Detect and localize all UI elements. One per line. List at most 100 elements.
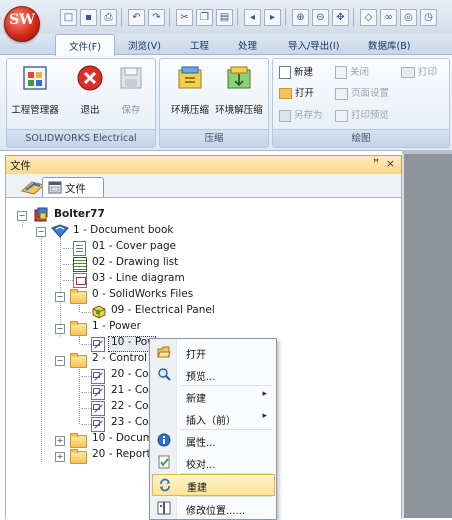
archive-compress-icon — [178, 66, 202, 89]
menu-item-label: 预览... — [186, 372, 216, 383]
page-setup-icon — [335, 87, 348, 100]
paste-icon[interactable]: ▤ — [216, 9, 233, 26]
new-file-icon — [279, 66, 291, 79]
menu-item-label: 新建 — [186, 394, 206, 405]
pan-icon[interactable]: ✥ — [332, 9, 349, 26]
tree-item-control-23[interactable]: 23 - Cor — [111, 416, 153, 432]
tree-line — [79, 303, 80, 312]
env-decompress-button[interactable]: 环境解压缩 — [212, 60, 266, 122]
arrow-right-icon[interactable]: ▸ — [264, 9, 281, 26]
cut-icon[interactable]: ✂ — [176, 9, 193, 26]
tree-item-control-20[interactable]: 20 - Cor — [111, 368, 153, 384]
info-icon — [157, 433, 171, 447]
context-menu: 打开 预览... 新建 ▸ 插入（前） ▸ 属性... 校对... 重建 修改位… — [149, 338, 277, 520]
tree-line — [81, 376, 91, 377]
schematic-icon — [91, 369, 105, 384]
app-logo-button[interactable]: SW — [4, 6, 40, 42]
folder-icon — [70, 353, 87, 368]
close-drawing-label: 关闭 — [350, 67, 370, 78]
tab-import-export[interactable]: 导入/导出(I) — [288, 38, 339, 52]
save-label: 保存 — [121, 105, 141, 116]
tab-file[interactable]: 文件(F) — [55, 34, 115, 56]
line-diagram-icon — [73, 273, 87, 288]
copy-icon[interactable]: ❐ — [196, 9, 213, 26]
menu-item-insert-before[interactable]: 插入（前） ▸ — [151, 407, 275, 429]
menu-item-open[interactable]: 打开 — [151, 341, 275, 363]
tree-item-document-book[interactable]: 1 - Document book — [73, 224, 173, 240]
open-drawing-button[interactable]: 打开 — [279, 85, 314, 101]
open-drawing-label: 打开 — [295, 88, 315, 99]
new-drawing-label: 新建 — [294, 67, 314, 78]
snap-icon[interactable]: ◎ — [400, 9, 417, 26]
pin-icon[interactable]: ꟸ — [373, 158, 379, 169]
expand-toggle[interactable]: + — [55, 452, 65, 462]
open-folder-icon — [157, 346, 171, 358]
toolbar-separator — [169, 8, 170, 26]
close-drawing-button[interactable]: 关闭 — [335, 64, 369, 80]
project-manager-button[interactable]: 工程管理器 — [8, 60, 62, 122]
project-cube-icon — [34, 207, 48, 222]
menu-item-new[interactable]: 新建 ▸ — [151, 385, 275, 407]
page-setup-button[interactable]: 页面设置 — [335, 85, 389, 101]
tree-item-drawing-list[interactable]: 02 - Drawing list — [92, 256, 178, 272]
tree-item-power[interactable]: 1 - Power — [92, 320, 141, 336]
tree-line — [79, 367, 80, 424]
magnifier-icon — [158, 368, 171, 381]
submenu-arrow-icon: ▸ — [262, 411, 267, 421]
save-button[interactable]: 保存 — [104, 60, 158, 122]
collapse-toggle[interactable]: − — [17, 211, 27, 221]
save-as-button[interactable]: 另存为 — [279, 107, 323, 123]
tab-files[interactable]: 文件 — [42, 177, 104, 198]
tree-root-label[interactable]: Bolter77 — [54, 208, 105, 224]
menu-item-change-location[interactable]: 修改位置...... — [151, 497, 275, 519]
arrow-left-icon[interactable]: ◂ — [244, 9, 261, 26]
tree-item-control[interactable]: 2 - Control — [92, 352, 147, 368]
collapse-toggle[interactable]: − — [55, 356, 65, 366]
clock-icon[interactable]: ◷ — [420, 9, 437, 26]
close-icon[interactable]: × — [386, 157, 395, 170]
menu-item-label: 打开 — [186, 350, 206, 361]
page-setup-label: 页面设置 — [351, 88, 390, 99]
save-disk-icon — [120, 67, 142, 89]
fit-icon[interactable]: ◇ — [360, 9, 377, 26]
menu-item-check[interactable]: 校对... — [151, 451, 275, 473]
menu-item-label: 重建 — [187, 483, 207, 494]
toolbar-separator — [285, 8, 286, 26]
rebuild-arrows-icon — [160, 478, 170, 492]
close-circle-icon — [77, 65, 103, 91]
print-button[interactable]: 打印 — [401, 64, 437, 80]
collapse-toggle[interactable]: − — [36, 227, 46, 237]
menu-item-preview[interactable]: 预览... — [151, 363, 275, 385]
zoom-in-icon[interactable]: ⊕ — [292, 9, 309, 26]
tab-database[interactable]: 数据库(B) — [368, 38, 410, 52]
print-preview-button[interactable]: 打印预览 — [335, 107, 389, 123]
tab-process[interactable]: 处理 — [238, 38, 257, 52]
tab-browse[interactable]: 浏览(V) — [128, 38, 161, 52]
undo-icon[interactable]: ↶ — [128, 9, 145, 26]
tree-item-line-diagram[interactable]: 03 - Line diagram — [92, 272, 185, 288]
collapse-toggle[interactable]: − — [55, 324, 65, 334]
open-folder-icon — [279, 88, 292, 99]
tab-file-label: 文件(F) — [69, 42, 101, 53]
tree-item-control-22[interactable]: 22 - Cor — [111, 400, 153, 416]
project-manager-icon — [23, 66, 47, 90]
tree-item-electrical-panel[interactable]: 09 - Electrical Panel — [111, 304, 215, 320]
tree-item-solidworks-files[interactable]: 0 - SolidWorks Files — [92, 288, 193, 304]
binoculars-icon[interactable]: ∞ — [380, 9, 397, 26]
tree-item-reports[interactable]: 20 - Reports — [92, 448, 156, 464]
print-icon[interactable]: ⎙ — [100, 9, 117, 26]
collapse-toggle[interactable]: − — [55, 292, 65, 302]
new-icon[interactable]: □ — [60, 9, 77, 26]
menu-item-properties[interactable]: 属性... — [151, 429, 275, 451]
new-drawing-button[interactable]: 新建 — [279, 64, 313, 80]
3d-assembly-icon — [92, 305, 106, 319]
print-preview-icon — [335, 109, 348, 122]
tree-item-control-21[interactable]: 21 - Cor — [111, 384, 153, 400]
expand-toggle[interactable]: + — [55, 436, 65, 446]
tab-project[interactable]: 工程 — [190, 38, 209, 52]
zoom-out-icon[interactable]: ⊖ — [312, 9, 329, 26]
redo-icon[interactable]: ↷ — [148, 9, 165, 26]
tree-item-cover-page[interactable]: 01 - Cover page — [92, 240, 176, 256]
menu-item-rebuild[interactable]: 重建 — [152, 474, 275, 496]
save-icon[interactable]: ▪ — [80, 9, 97, 26]
